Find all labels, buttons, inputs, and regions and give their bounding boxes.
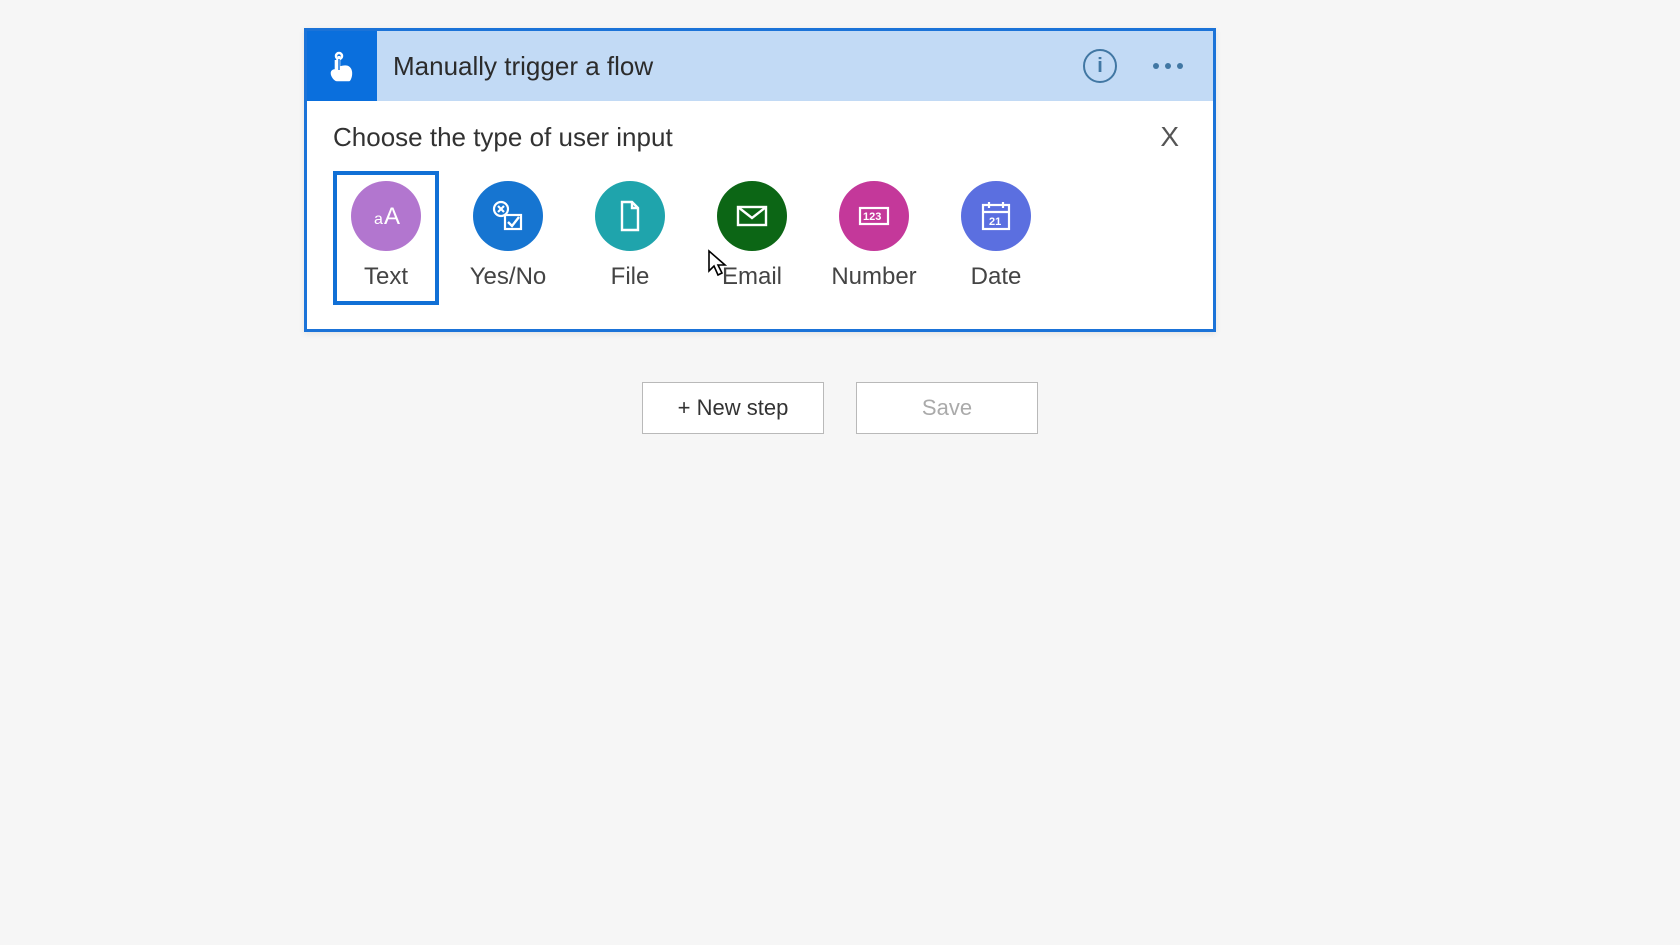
input-option-label: Email <box>722 263 782 291</box>
text-icon: a A <box>351 181 421 251</box>
email-icon <box>717 181 787 251</box>
yesno-icon <box>473 181 543 251</box>
input-type-options: a A Text <box>333 171 1187 305</box>
touch-icon <box>307 31 377 101</box>
input-option-text[interactable]: a A Text <box>333 171 439 305</box>
trigger-card-body: Choose the type of user input X a A Text <box>307 101 1213 329</box>
date-icon: 21 <box>961 181 1031 251</box>
save-button: Save <box>856 382 1038 434</box>
info-glyph: i <box>1097 55 1103 78</box>
info-icon[interactable]: i <box>1083 49 1117 83</box>
input-option-label: Number <box>831 263 916 291</box>
input-option-label: File <box>611 263 650 291</box>
trigger-card: Manually trigger a flow i Choose the typ… <box>304 28 1216 332</box>
input-option-yesno[interactable]: Yes/No <box>455 171 561 305</box>
number-icon: 123 <box>839 181 909 251</box>
flow-actions: + New step Save <box>0 382 1680 434</box>
svg-text:A: A <box>384 203 400 230</box>
close-icon[interactable]: X <box>1152 119 1187 155</box>
input-option-date[interactable]: 21 Date <box>943 171 1049 305</box>
trigger-card-header: Manually trigger a flow i <box>307 31 1213 101</box>
input-option-label: Yes/No <box>470 263 547 291</box>
input-type-prompt: Choose the type of user input <box>333 122 673 153</box>
input-option-email[interactable]: Email <box>699 171 805 305</box>
input-option-number[interactable]: 123 Number <box>821 171 927 305</box>
input-option-file[interactable]: File <box>577 171 683 305</box>
new-step-button[interactable]: + New step <box>642 382 824 434</box>
file-icon <box>595 181 665 251</box>
svg-text:123: 123 <box>863 211 881 223</box>
trigger-title: Manually trigger a flow <box>377 51 1083 82</box>
svg-text:a: a <box>374 211 383 228</box>
svg-text:21: 21 <box>989 216 1001 228</box>
more-menu-icon[interactable] <box>1147 57 1189 75</box>
input-option-label: Text <box>364 263 408 291</box>
input-option-label: Date <box>971 263 1022 291</box>
